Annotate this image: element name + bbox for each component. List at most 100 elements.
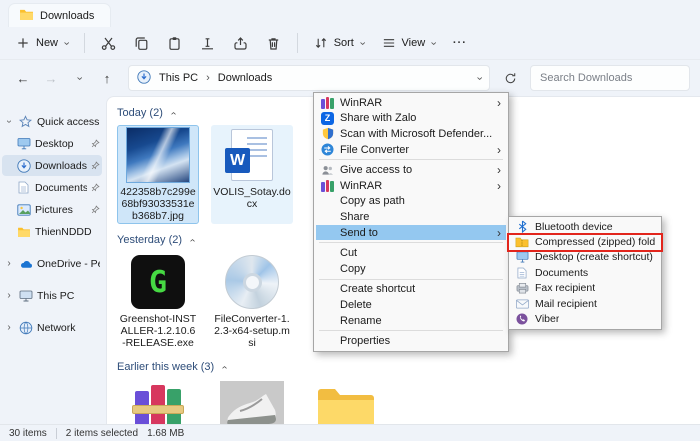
menu-item-label: Share with Zalo <box>340 112 417 125</box>
delete-button[interactable] <box>258 31 289 56</box>
rename-button[interactable] <box>192 31 223 56</box>
menu-item-label: Viber <box>535 313 560 326</box>
send-to-item-viber[interactable]: Viber <box>511 311 659 326</box>
back-button[interactable]: ← <box>10 66 36 90</box>
send-to-item-bluetooth[interactable]: Bluetooth device <box>511 219 659 234</box>
address-dropdown-icon[interactable]: › <box>474 76 486 80</box>
breadcrumb-this-pc[interactable]: This PC <box>156 72 201 84</box>
file-item-docx[interactable]: W VOLIS_Sotay.docx <box>211 125 293 225</box>
new-button[interactable]: New › <box>8 31 76 55</box>
file-item-winrar[interactable] <box>117 379 199 424</box>
chevron-right-icon[interactable]: › <box>4 290 14 301</box>
file-item-shoe-image[interactable] <box>211 379 293 424</box>
context-menu-item-delete[interactable]: Delete <box>316 297 506 313</box>
file-item-jpg[interactable]: 422358b7c299e68bf93033531eb368b7.jpg <box>117 125 199 225</box>
share-button[interactable] <box>225 31 256 56</box>
send-to-item-compressed-folder[interactable]: Compressed (zipped) folder <box>511 234 659 249</box>
sidebar-item-onedrive[interactable]: › OneDrive - Personal <box>2 253 102 274</box>
sidebar-item-this-pc[interactable]: › This PC <box>2 285 102 306</box>
selection-count: 2 items selected <box>65 427 139 439</box>
zip-folder-icon <box>514 236 530 249</box>
context-menu-item-copy[interactable]: Copy <box>316 261 506 277</box>
menu-separator <box>319 242 503 244</box>
search-box[interactable] <box>530 65 690 91</box>
folder-icon <box>314 381 378 424</box>
cut-button[interactable] <box>93 31 124 56</box>
send-to-item-fax-recipient[interactable]: Fax recipient <box>511 281 659 296</box>
send-to-item-desktop-shortcut[interactable]: Desktop (create shortcut) <box>511 250 659 265</box>
context-menu-item-properties[interactable]: Properties <box>316 333 506 349</box>
plus-icon <box>16 36 30 50</box>
group-label: Today (2) <box>117 107 163 119</box>
menu-item-label: Delete <box>340 298 372 311</box>
pin-icon <box>91 183 100 192</box>
group-header-earlier-this-week[interactable]: Earlier this week (3) › <box>117 357 700 377</box>
menu-item-label: Rename <box>340 314 382 327</box>
bluetooth-icon <box>514 220 530 234</box>
up-button[interactable]: ↑ <box>94 66 120 90</box>
sidebar-item-downloads[interactable]: Downloads <box>2 155 102 176</box>
search-input[interactable] <box>540 72 680 84</box>
file-item-fileconverter-msi[interactable]: FileConverter-1.2.3-x64-setup.msi <box>211 252 293 351</box>
network-icon <box>18 320 33 335</box>
rename-icon <box>200 36 215 51</box>
file-name: VOLIS_Sotay.docx <box>213 186 291 211</box>
address-box[interactable]: This PC › Downloads › <box>128 65 490 91</box>
sidebar-item-desktop[interactable]: Desktop <box>2 133 102 154</box>
sidebar-item-pictures[interactable]: Pictures <box>2 199 102 220</box>
menu-item-label: WinRAR <box>340 179 383 192</box>
context-menu-item-share-with-zalo[interactable]: Z Share with Zalo <box>316 111 506 127</box>
menu-item-label: Cut <box>340 247 358 260</box>
submenu-arrow-icon: › <box>497 163 501 178</box>
file-name: 422358b7c299e68bf93033531eb368b7.jpg <box>120 186 196 223</box>
pictures-icon <box>16 202 31 217</box>
downloads-icon <box>16 158 31 173</box>
sidebar-item-documents[interactable]: Documents <box>2 177 102 198</box>
explorer-tab[interactable]: Downloads <box>8 3 112 27</box>
chevron-down-icon: › <box>60 41 73 45</box>
context-menu-item-scan-with-defender[interactable]: Scan with Microsoft Defender... <box>316 126 506 142</box>
file-item-folder[interactable] <box>305 379 387 424</box>
context-menu-item-share[interactable]: Share <box>316 209 506 225</box>
menu-item-label: Desktop (create shortcut) <box>535 251 653 264</box>
group-label: Yesterday (2) <box>117 234 183 247</box>
copy-icon <box>134 36 149 51</box>
winrar-icon <box>126 381 190 424</box>
group-label: Earlier this week (3) <box>117 361 215 374</box>
context-menu-item-create-shortcut[interactable]: Create shortcut <box>316 282 506 298</box>
command-toolbar: New › Sort › View › ··· <box>0 27 700 60</box>
sidebar-item-quick-access[interactable]: › Quick access <box>2 111 102 132</box>
see-more-button[interactable]: ··· <box>445 32 475 54</box>
menu-item-label: Share <box>340 210 370 223</box>
context-menu-item-winrar-2[interactable]: WinRAR › <box>316 178 506 194</box>
chevron-right-icon[interactable]: › <box>4 258 14 269</box>
context-menu-item-winrar[interactable]: WinRAR › <box>316 95 506 111</box>
context-menu-item-rename[interactable]: Rename <box>316 313 506 329</box>
quick-access-icon <box>18 114 33 129</box>
send-to-item-mail-recipient[interactable]: Mail recipient <box>511 296 659 311</box>
chevron-down-icon[interactable]: › <box>4 117 15 127</box>
file-item-greenshot-exe[interactable]: G Greenshot-INSTALLER-1.2.10.6-RELEASE.e… <box>117 252 199 351</box>
context-menu-item-cut[interactable]: Cut <box>316 245 506 261</box>
copy-button[interactable] <box>126 31 157 56</box>
sort-button[interactable]: Sort › <box>306 31 372 55</box>
sidebar-item-label: OneDrive - Personal <box>37 257 100 270</box>
sidebar-item-user-folder[interactable]: ThienNDDD <box>2 221 102 242</box>
context-menu-item-file-converter[interactable]: File Converter › <box>316 142 506 158</box>
chevron-right-icon[interactable]: › <box>4 322 14 333</box>
recent-locations-button[interactable]: › <box>66 66 92 90</box>
send-to-item-documents[interactable]: Documents <box>511 265 659 280</box>
refresh-button[interactable] <box>498 66 522 90</box>
pin-icon <box>91 205 100 214</box>
disc-icon <box>220 254 284 310</box>
context-menu-item-send-to[interactable]: Send to › <box>316 224 506 241</box>
forward-button[interactable]: → <box>38 66 64 90</box>
file-group-earlier <box>117 377 700 424</box>
view-button[interactable]: View › <box>374 31 443 55</box>
context-menu-item-give-access-to[interactable]: Give access to › <box>316 162 506 178</box>
breadcrumb-downloads[interactable]: Downloads <box>215 72 275 84</box>
sidebar-item-network[interactable]: › Network <box>2 317 102 338</box>
context-menu-item-copy-as-path[interactable]: Copy as path <box>316 194 506 210</box>
paste-button[interactable] <box>159 31 190 56</box>
